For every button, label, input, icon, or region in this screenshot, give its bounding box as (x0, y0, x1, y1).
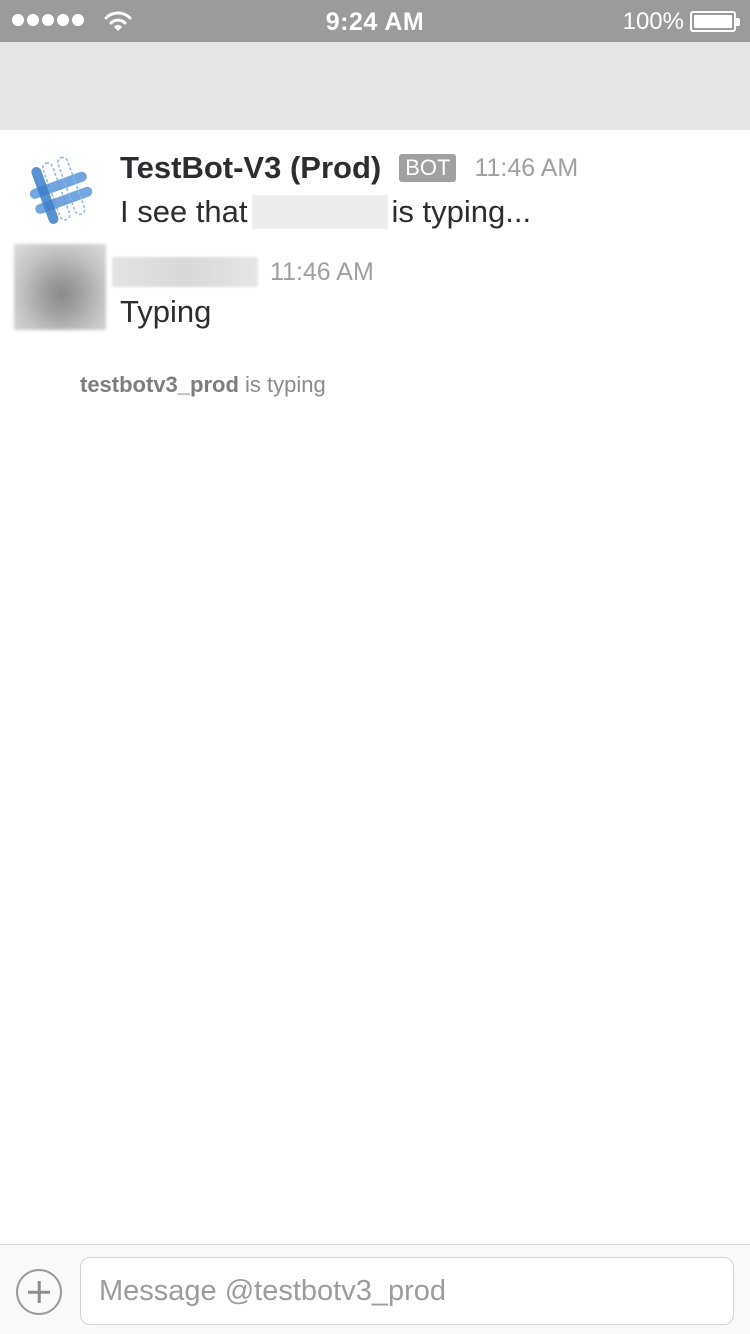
bot-avatar-icon[interactable] (24, 154, 96, 226)
message-composer (0, 1244, 750, 1334)
message-item[interactable]: TestBot-V3 (Prod) BOT 11:46 AM I see tha… (0, 146, 750, 238)
message-timestamp: 11:46 AM (270, 257, 374, 286)
message-header: TestBot-V3 (Prod) BOT 11:46 AM (120, 146, 578, 190)
message-text-end: is typing... (391, 194, 532, 229)
bot-badge: BOT (399, 154, 457, 182)
message-input[interactable] (80, 1257, 734, 1325)
navigation-header (0, 42, 750, 130)
battery-icon (690, 11, 740, 32)
message-timestamp: 11:46 AM (474, 153, 579, 182)
message-text: I see that is typing... (120, 190, 531, 234)
plus-circle-icon[interactable] (16, 1269, 62, 1315)
chat-screen: 9:24 AM 100% TestBot-V3 (Prod) BOT 11:46… (0, 0, 750, 1334)
sender-name[interactable]: TestBot-V3 (Prod) (120, 150, 381, 186)
message-text-start: I see that (120, 194, 248, 229)
user-avatar[interactable] (14, 244, 106, 330)
redacted-sender-name (112, 257, 258, 287)
message-text: Typing (120, 294, 212, 329)
status-bar: 9:24 AM 100% (0, 0, 750, 42)
message-item[interactable]: 11:46 AM Typing (0, 244, 750, 336)
redacted-username (251, 195, 388, 229)
typing-indicator: testbotv3_prod is typing (80, 372, 326, 398)
message-header: 11:46 AM (112, 250, 374, 294)
typing-user: testbotv3_prod (80, 372, 239, 397)
battery-percent: 100% (622, 8, 684, 35)
typing-text: is typing (238, 372, 326, 397)
